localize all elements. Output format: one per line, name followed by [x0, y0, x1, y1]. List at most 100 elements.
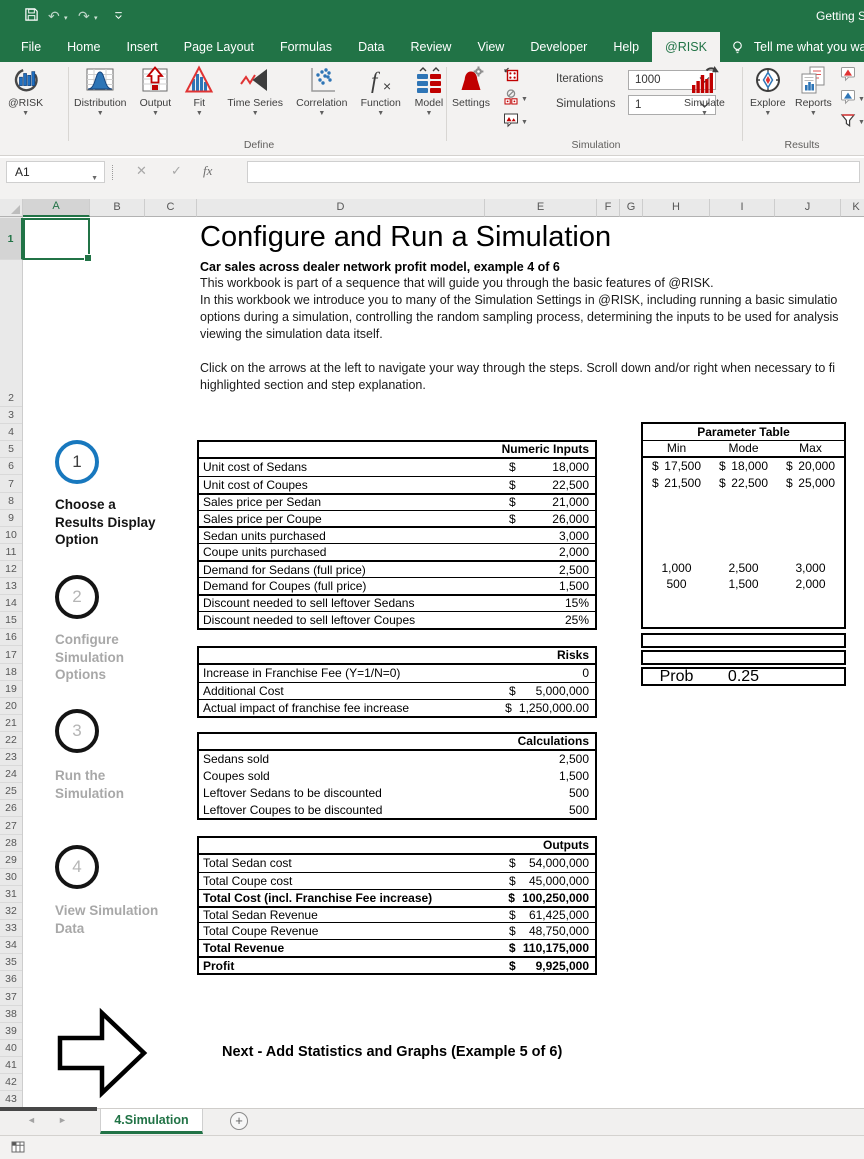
row-header-21[interactable]: 21: [0, 715, 22, 732]
parameter-cell[interactable]: 2,000: [777, 577, 844, 591]
column-header-mode[interactable]: Mode: [710, 441, 777, 455]
parameter-cell[interactable]: 1,500: [710, 577, 777, 591]
column-header-g[interactable]: G: [620, 199, 643, 217]
row-value[interactable]: 5,000,000: [523, 684, 595, 698]
step-3-circle[interactable]: 3: [55, 709, 99, 753]
row-value[interactable]: 3,000: [523, 529, 595, 543]
row-label[interactable]: Unit cost of Coupes: [199, 478, 495, 492]
undo-icon[interactable]: ↶: [48, 7, 60, 25]
no-dice-button[interactable]: ▼: [503, 89, 528, 109]
ribbon-tab-developer[interactable]: Developer: [517, 32, 600, 62]
redo-caret-icon[interactable]: ▾: [94, 14, 98, 22]
row-label[interactable]: Coupe units purchased: [199, 545, 495, 559]
row-value[interactable]: 500: [523, 786, 595, 800]
row-header-36[interactable]: 36: [0, 971, 22, 988]
row-label[interactable]: Increase in Franchise Fee (Y=1/N=0): [199, 666, 495, 680]
ribbon-tab-insert[interactable]: Insert: [114, 32, 171, 62]
filter-button[interactable]: ▼: [840, 112, 864, 132]
column-header-k[interactable]: K: [841, 199, 864, 217]
table-header-label[interactable]: Outputs: [543, 838, 589, 852]
row-value[interactable]: 15%: [523, 596, 595, 610]
row-header-42[interactable]: 42: [0, 1074, 22, 1091]
row-value[interactable]: 100,250,000: [522, 891, 595, 905]
row-label[interactable]: Sedans sold: [199, 752, 495, 766]
sheet-prev-icon[interactable]: ◄: [27, 1115, 36, 1125]
row-value[interactable]: 0: [523, 666, 595, 680]
row-label[interactable]: Total Coupe Revenue: [199, 924, 495, 938]
row-label[interactable]: Actual impact of franchise fee increase: [199, 701, 491, 715]
row-value[interactable]: 9,925,000: [523, 959, 595, 973]
enter-icon[interactable]: ✓: [171, 163, 182, 179]
row-value[interactable]: 48,750,000: [523, 924, 595, 938]
row-header-26[interactable]: 26: [0, 800, 22, 817]
row-label[interactable]: Leftover Coupes to be discounted: [199, 803, 495, 817]
simulate-button[interactable]: Simulate ▼: [684, 64, 725, 117]
paragraph-line[interactable]: In this workbook we introduce you to man…: [200, 292, 839, 309]
parameter-cell[interactable]: 3,000: [777, 561, 844, 575]
sheet-tab-4-simulation[interactable]: 4.Simulation: [100, 1109, 203, 1134]
row-header-39[interactable]: 39: [0, 1023, 22, 1040]
column-header-f[interactable]: F: [597, 199, 620, 217]
row-value[interactable]: 2,500: [523, 752, 595, 766]
add-sheet-button[interactable]: +: [230, 1112, 248, 1130]
row-value[interactable]: 21,000: [523, 495, 595, 509]
column-header-d[interactable]: D: [197, 199, 485, 217]
currency-symbol[interactable]: $: [495, 924, 523, 938]
currency-symbol[interactable]: $: [495, 460, 523, 474]
sheet-title[interactable]: Configure and Run a Simulation: [200, 221, 611, 254]
row-label[interactable]: Coupes sold: [199, 769, 495, 783]
red-callout-button[interactable]: [840, 66, 864, 86]
row-label[interactable]: Unit cost of Sedans: [199, 460, 495, 474]
row-header-31[interactable]: 31: [0, 886, 22, 903]
fill-handle[interactable]: [84, 254, 92, 262]
settings-button[interactable]: Settings: [452, 64, 490, 109]
next-step-text[interactable]: Next - Add Statistics and Graphs (Exampl…: [222, 1044, 562, 1060]
currency-symbol[interactable]: $: [495, 856, 523, 870]
parameter-empty-box[interactable]: [641, 633, 846, 648]
column-header-max[interactable]: Max: [777, 441, 844, 455]
row-value[interactable]: 500: [523, 803, 595, 817]
paragraph-line[interactable]: options during a simulation, controlling…: [200, 309, 839, 326]
row-header-19[interactable]: 19: [0, 681, 22, 698]
row-header-1[interactable]: 1: [0, 218, 23, 260]
ribbon-tab-page-layout[interactable]: Page Layout: [171, 32, 267, 62]
row-header-27[interactable]: 27: [0, 818, 22, 835]
reports-button[interactable]: Reports ▼: [795, 64, 832, 117]
next-arrow-shape[interactable]: [56, 1007, 148, 1099]
ribbon-tab-help[interactable]: Help: [600, 32, 652, 62]
atrisk-button[interactable]: @RISK ▼: [8, 64, 43, 117]
row-label[interactable]: Total Cost (incl. Franchise Fee increase…: [199, 891, 494, 905]
column-header-c[interactable]: C: [145, 199, 197, 217]
step-2-circle[interactable]: 2: [55, 575, 99, 619]
model-button[interactable]: Model▼: [414, 64, 444, 117]
row-header-6[interactable]: 6: [0, 458, 22, 475]
parameter-cell[interactable]: $18,000: [710, 459, 777, 473]
column-header-a[interactable]: A: [23, 199, 90, 217]
explore-button[interactable]: Explore ▼: [750, 64, 786, 117]
currency-symbol[interactable]: $: [495, 495, 523, 509]
row-label[interactable]: Discount needed to sell leftover Coupes: [199, 613, 495, 627]
row-value[interactable]: 2,000: [523, 545, 595, 559]
row-header-17[interactable]: 17: [0, 647, 22, 664]
currency-symbol[interactable]: $: [495, 874, 523, 888]
row-value[interactable]: 45,000,000: [523, 874, 595, 888]
row-label[interactable]: Demand for Coupes (full price): [199, 579, 495, 593]
row-header-16[interactable]: 16: [0, 629, 22, 646]
row-value[interactable]: 26,000: [523, 512, 595, 526]
prob-label[interactable]: Prob: [643, 668, 710, 686]
row-label[interactable]: Total Coupe cost: [199, 874, 495, 888]
parameter-cell[interactable]: 1,000: [643, 561, 710, 575]
row-header-13[interactable]: 13: [0, 578, 22, 595]
prob-value[interactable]: 0.25: [710, 668, 777, 686]
row-header-4[interactable]: 4: [0, 424, 22, 441]
row-header-43[interactable]: 43: [0, 1091, 22, 1108]
row-header-20[interactable]: 20: [0, 698, 22, 715]
ribbon-tab-review[interactable]: Review: [397, 32, 464, 62]
table-header-label[interactable]: Numeric Inputs: [502, 442, 589, 456]
row-header-14[interactable]: 14: [0, 595, 22, 612]
row-header-32[interactable]: 32: [0, 903, 22, 920]
column-header-min[interactable]: Min: [643, 441, 710, 455]
row-label[interactable]: Total Sedan cost: [199, 856, 495, 870]
time-series-button[interactable]: Time Series▼: [227, 64, 283, 117]
column-header-j[interactable]: J: [775, 199, 841, 217]
